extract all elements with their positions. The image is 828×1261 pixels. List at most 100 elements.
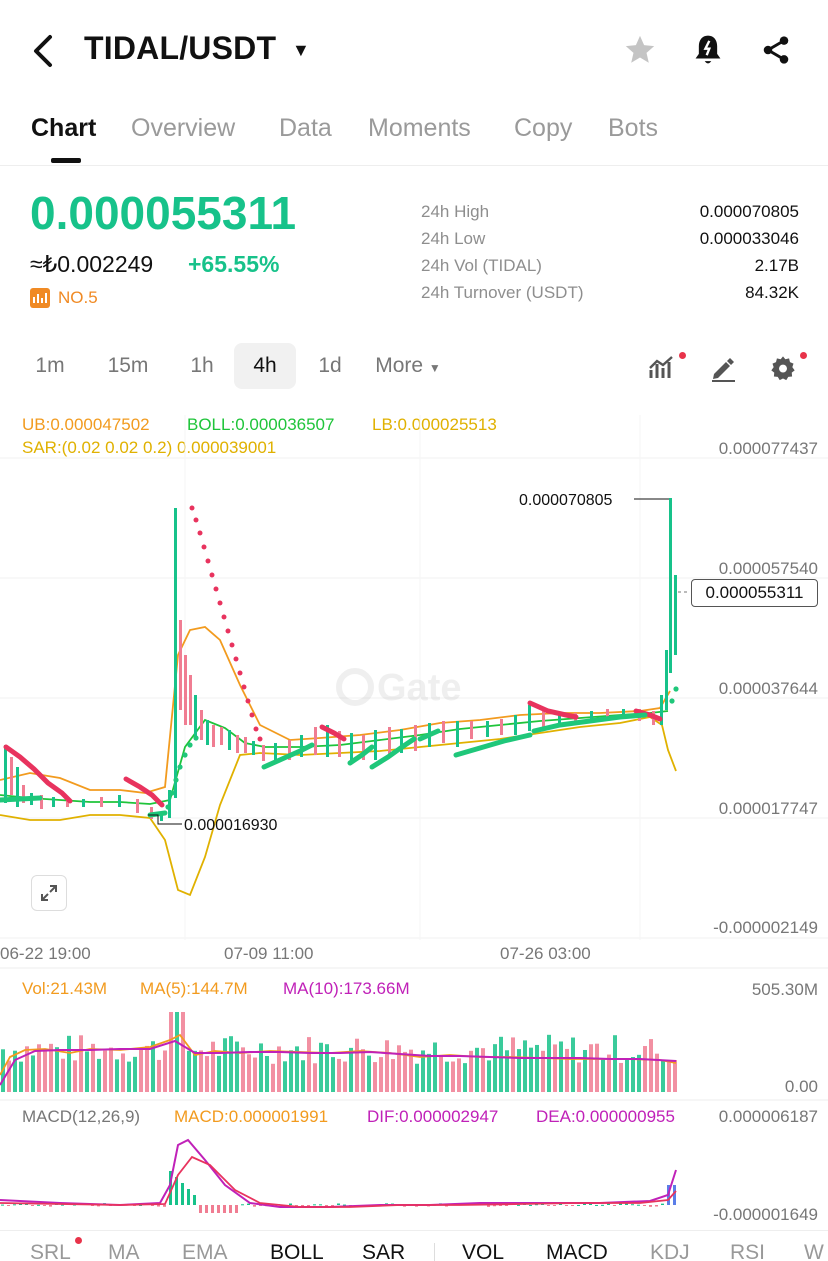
pair-title[interactable]: TIDAL/USDT <box>84 30 276 67</box>
macd-value-label: MACD:0.000001991 <box>174 1107 329 1126</box>
volume-bar <box>397 1045 401 1092</box>
macd-dif-line <box>0 1138 677 1208</box>
rank-badge[interactable]: NO.5 <box>30 288 98 308</box>
tab-data[interactable]: Data <box>279 114 332 143</box>
indicator-tab-bar: SRL MA EMA BOLL SAR VOL MACD KDJ RSI W <box>0 1230 828 1261</box>
macd-bar <box>517 1204 520 1206</box>
volume-bar <box>109 1047 113 1092</box>
star-icon[interactable] <box>620 30 660 70</box>
indicator-w[interactable]: W <box>804 1241 824 1261</box>
volume-bar <box>571 1037 575 1092</box>
vol-ma10-label: MA(10):173.66M <box>283 979 410 998</box>
share-icon[interactable] <box>756 30 796 70</box>
volume-bar <box>499 1036 503 1092</box>
back-arrow-icon[interactable] <box>26 30 60 72</box>
indicator-srl[interactable]: SRL <box>30 1241 71 1261</box>
volume-bar <box>439 1055 443 1092</box>
volume-bar <box>325 1044 329 1092</box>
indicator-boll[interactable]: BOLL <box>270 1241 324 1261</box>
volume-bar <box>373 1062 377 1092</box>
interval-15m[interactable]: 15m <box>98 343 158 389</box>
interval-4h[interactable]: 4h <box>234 343 296 389</box>
tab-overview[interactable]: Overview <box>131 114 235 143</box>
interval-1d[interactable]: 1d <box>304 343 356 389</box>
volume-bar <box>481 1048 485 1092</box>
interval-more[interactable]: More ▼ <box>368 343 448 389</box>
tab-bots[interactable]: Bots <box>608 114 658 143</box>
price-axis-label-2: 0.000057540 <box>718 559 818 578</box>
macd-bar <box>565 1205 568 1206</box>
volume-bar <box>493 1044 497 1092</box>
stat-24h-low: 24h Low 0.000033046 <box>421 229 799 248</box>
macd-bar <box>319 1204 322 1206</box>
volume-bar <box>163 1050 167 1092</box>
volume-bar <box>271 1063 275 1092</box>
tab-copy[interactable]: Copy <box>514 114 572 143</box>
macd-bar <box>205 1205 208 1213</box>
low-marker-label: 0.000016930 <box>184 817 278 834</box>
volume-bar <box>523 1040 527 1092</box>
indicator-chart-icon[interactable] <box>646 351 680 385</box>
volume-bar <box>85 1051 89 1092</box>
draw-pen-icon[interactable] <box>706 351 740 385</box>
volume-bar <box>199 1050 203 1092</box>
interval-1m[interactable]: 1m <box>22 343 78 389</box>
indicator-sar[interactable]: SAR <box>362 1241 405 1261</box>
chevron-down-icon[interactable]: ▼ <box>292 40 310 61</box>
macd-bar <box>31 1205 34 1206</box>
volume-bar <box>301 1060 305 1092</box>
price-axis-label-5: -0.000002149 <box>713 918 818 937</box>
volume-bar <box>211 1041 215 1092</box>
macd-bar <box>313 1204 316 1206</box>
settings-gear-icon[interactable] <box>766 351 800 385</box>
expand-arrows-icon <box>41 885 57 901</box>
macd-bar <box>43 1205 46 1206</box>
price-alert-bell-icon[interactable] <box>688 30 728 70</box>
macd-bar <box>229 1205 232 1213</box>
macd-bar <box>235 1205 238 1213</box>
volume-bar <box>349 1047 353 1092</box>
volume-bar <box>7 1060 11 1092</box>
volume-bar <box>583 1049 587 1092</box>
indicator-ma[interactable]: MA <box>108 1241 140 1261</box>
indicator-kdj[interactable]: KDJ <box>650 1241 690 1261</box>
indicator-ema[interactable]: EMA <box>182 1241 228 1261</box>
volume-bar <box>247 1054 251 1092</box>
volume-bar <box>61 1058 65 1092</box>
volume-bar <box>601 1057 605 1092</box>
tab-bar: Chart Overview Data Moments Copy Bots <box>0 100 828 166</box>
macd-bar <box>505 1205 508 1206</box>
tab-chart[interactable]: Chart <box>31 114 96 143</box>
indicator-notification-dot <box>679 352 686 359</box>
fullscreen-button[interactable] <box>31 875 67 911</box>
vol-ma5-label: MA(5):144.7M <box>140 979 248 998</box>
stat-24h-turnover: 24h Turnover (USDT) 84.32K <box>421 283 799 302</box>
volume-bar <box>343 1061 347 1092</box>
interval-more-label: More <box>375 354 424 377</box>
macd-axis-min: -0.000001649 <box>713 1205 818 1224</box>
indicator-macd[interactable]: MACD <box>546 1241 608 1261</box>
macd-bar <box>289 1203 292 1205</box>
tab-moments[interactable]: Moments <box>368 114 471 143</box>
indicator-rsi[interactable]: RSI <box>730 1241 765 1261</box>
macd-bar <box>577 1204 580 1206</box>
macd-title-label: MACD(12,26,9) <box>22 1107 141 1126</box>
volume-bar <box>133 1056 137 1092</box>
gate-watermark: Gate <box>336 667 461 709</box>
macd-bar <box>547 1205 550 1206</box>
volume-bar <box>145 1045 149 1092</box>
macd-dea-label: DEA:0.000000955 <box>536 1107 675 1126</box>
interval-1h[interactable]: 1h <box>176 343 228 389</box>
volume-bar <box>457 1058 461 1092</box>
price-axis-label-4: 0.000017747 <box>718 799 818 818</box>
indicator-vol[interactable]: VOL <box>462 1241 504 1261</box>
last-price: 0.000055311 <box>30 187 297 239</box>
macd-bar <box>529 1204 532 1206</box>
macd-bar <box>571 1205 574 1206</box>
volume-bar <box>361 1049 365 1092</box>
candles <box>4 498 677 821</box>
volume-bar <box>433 1042 437 1092</box>
macd-bar <box>181 1183 184 1205</box>
macd-bar <box>325 1205 328 1206</box>
volume-bar <box>121 1053 125 1092</box>
